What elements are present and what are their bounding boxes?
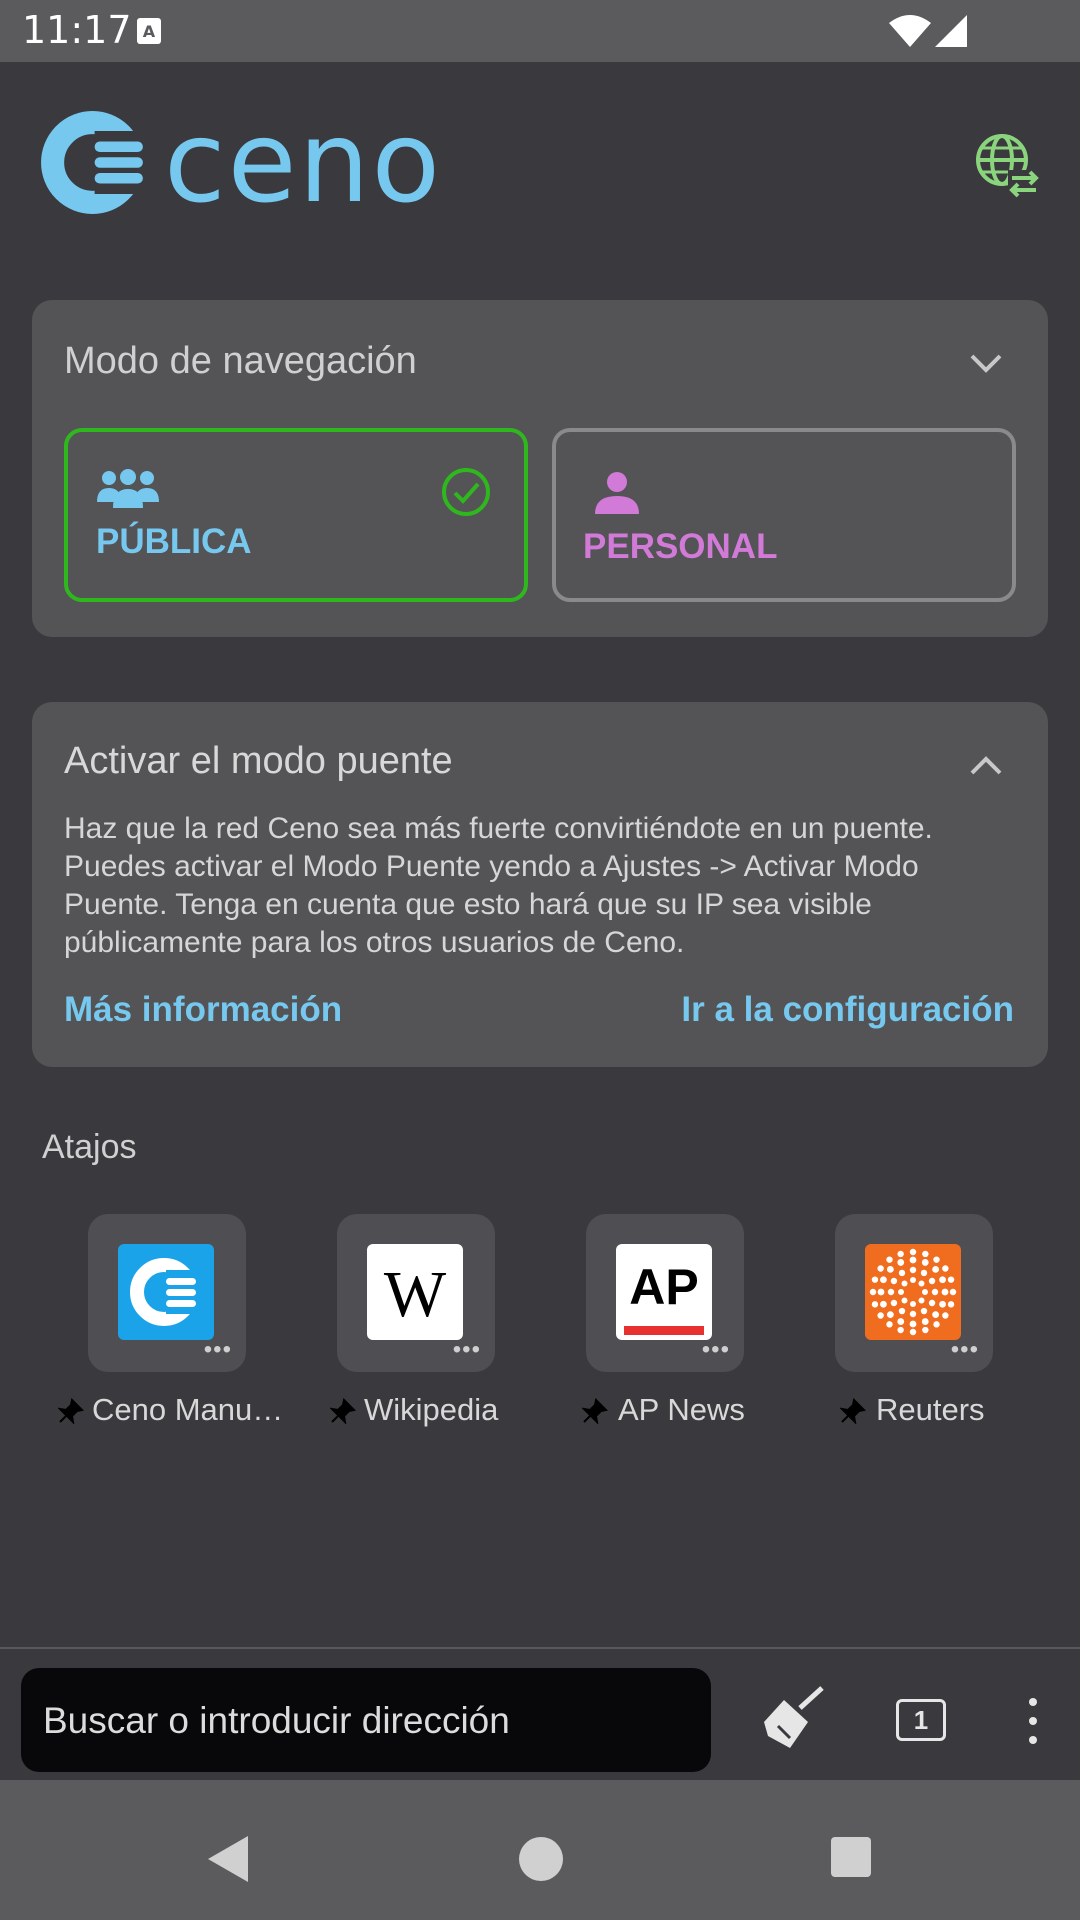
globe-switch-icon[interactable] xyxy=(974,132,1040,198)
shortcut-label: Wikipedia xyxy=(364,1392,499,1427)
ceno-logo-icon xyxy=(41,111,145,214)
status-bar: 11:17 A xyxy=(0,0,1080,62)
ap-news-icon: AP xyxy=(616,1244,712,1340)
group-icon xyxy=(97,469,159,508)
more-icon[interactable]: ••• xyxy=(204,1336,232,1364)
shortcut-tile[interactable]: ••• xyxy=(88,1214,246,1372)
person-icon xyxy=(595,472,639,514)
ceno-icon xyxy=(118,1244,214,1340)
more-icon[interactable]: ••• xyxy=(453,1336,481,1364)
recents-icon[interactable] xyxy=(830,1836,872,1878)
keyboard-a-icon: A xyxy=(137,18,161,44)
reuters-icon xyxy=(865,1244,961,1340)
shortcut-label: Reuters xyxy=(876,1392,985,1427)
check-circle-icon xyxy=(442,468,490,516)
system-navigation-bar xyxy=(0,1780,1080,1920)
svg-text:W: W xyxy=(384,1258,447,1331)
home-icon[interactable] xyxy=(518,1836,564,1882)
tab-counter-button[interactable]: 1 xyxy=(896,1699,946,1741)
personal-mode-button[interactable] xyxy=(552,428,1016,602)
browsing-mode-title: Modo de navegación xyxy=(64,340,417,382)
bridge-mode-description: Haz que la red Ceno sea más fuerte convi… xyxy=(64,812,933,959)
bridge-mode-title: Activar el modo puente xyxy=(64,740,453,782)
more-icon[interactable]: ••• xyxy=(702,1336,730,1364)
status-time: 11:17 xyxy=(22,8,132,52)
svg-text:A: A xyxy=(143,22,156,41)
search-input[interactable]: Buscar o introducir dirección xyxy=(21,1668,711,1772)
signal-icon xyxy=(935,15,967,47)
broom-clear-icon[interactable] xyxy=(760,1686,826,1752)
chevron-down-icon[interactable] xyxy=(966,350,1006,378)
shortcut-tile[interactable]: W ••• xyxy=(337,1214,495,1372)
more-info-link[interactable]: Más información xyxy=(64,990,342,1030)
shortcut-tile[interactable]: ••• xyxy=(835,1214,993,1372)
go-to-settings-link[interactable]: Ir a la configuración xyxy=(681,990,1014,1030)
public-mode-label: PÚBLICA xyxy=(96,522,252,561)
back-icon[interactable] xyxy=(204,1834,250,1884)
overflow-menu-icon[interactable] xyxy=(1018,1696,1048,1746)
public-mode-button[interactable] xyxy=(64,428,528,602)
brand-name: ceno xyxy=(164,98,442,228)
pin-icon xyxy=(582,1398,608,1424)
more-icon[interactable]: ••• xyxy=(951,1336,979,1364)
pin-icon xyxy=(58,1398,84,1424)
shortcut-tile[interactable]: AP ••• xyxy=(586,1214,744,1372)
shortcut-label: AP News xyxy=(618,1392,745,1427)
chevron-up-icon[interactable] xyxy=(966,751,1006,779)
personal-mode-label: PERSONAL xyxy=(583,527,778,566)
shortcut-label: Ceno Manu… xyxy=(92,1392,284,1427)
pin-icon xyxy=(840,1398,866,1424)
wikipedia-icon: W xyxy=(367,1244,463,1340)
pin-icon xyxy=(330,1398,356,1424)
search-placeholder: Buscar o introducir dirección xyxy=(43,1700,510,1741)
svg-text:AP: AP xyxy=(629,1259,698,1315)
wifi-icon xyxy=(889,15,931,47)
shortcuts-title: Atajos xyxy=(42,1128,137,1166)
